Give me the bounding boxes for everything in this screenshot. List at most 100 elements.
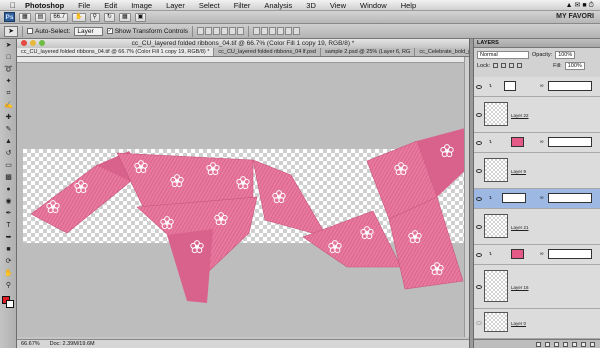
blur-tool-icon[interactable]: ● [2, 184, 15, 195]
distribute-right-icon[interactable] [293, 27, 301, 35]
link-layers-icon[interactable] [536, 341, 541, 347]
eye-icon[interactable] [476, 225, 482, 229]
checkbox-box[interactable] [27, 28, 33, 34]
distribute-top-icon[interactable] [253, 27, 261, 35]
link-icon[interactable]: ∞ [540, 139, 544, 145]
eye-icon[interactable] [476, 197, 482, 201]
color-fill-thumbnail[interactable] [502, 193, 526, 203]
eraser-tool-icon[interactable]: ▭ [2, 160, 15, 171]
zoom-tool-icon[interactable]: ⚲ [2, 280, 15, 291]
layer-row[interactable]: Layer 16 [474, 265, 600, 309]
crop-tool-icon[interactable]: ⌗ [2, 88, 15, 99]
zoom-select[interactable]: 66.7 [50, 12, 69, 22]
hand-tool-icon[interactable]: ✋ [2, 268, 15, 279]
distribute-left-icon[interactable] [277, 27, 285, 35]
distribute-hcenter-icon[interactable] [285, 27, 293, 35]
3d-rotate-tool-icon[interactable]: ⟳ [2, 256, 15, 267]
eye-icon[interactable] [476, 85, 482, 89]
lock-image-icon[interactable] [501, 63, 507, 68]
layer-name[interactable]: Layer 21 [511, 225, 529, 230]
opacity-field[interactable]: 100% [555, 50, 576, 59]
bridge-button[interactable]: ▦ [19, 12, 31, 22]
clone-stamp-tool-icon[interactable]: ▲ [2, 136, 15, 147]
add-mask-icon[interactable] [554, 341, 559, 347]
move-tool-icon[interactable]: ➤ [2, 40, 15, 51]
tab-document-3[interactable]: sample 2.psd @ 25% (Layer 6, RG [320, 48, 416, 56]
layer-mask-thumbnail[interactable] [548, 193, 592, 203]
layers-panel-tab[interactable]: LAYERS [474, 39, 600, 48]
fx-icon[interactable] [545, 341, 550, 347]
delete-layer-icon[interactable] [590, 341, 595, 347]
hand-tool-button[interactable]: ✋ [72, 12, 86, 22]
new-layer-icon[interactable] [581, 341, 586, 347]
menu-analysis[interactable]: Analysis [257, 0, 299, 11]
layer-name[interactable]: Layer 9 [511, 169, 526, 174]
layer-thumbnail[interactable] [484, 102, 508, 126]
minibridge-button[interactable]: ▤ [34, 12, 47, 22]
zoom-tool-button[interactable]: ⚲ [89, 12, 100, 22]
checkbox-box-checked[interactable]: ✓ [106, 28, 113, 34]
new-adjustment-icon[interactable] [563, 341, 568, 347]
brush-tool-icon[interactable]: ✎ [2, 124, 15, 135]
layer-row[interactable]: Layer 0 [474, 309, 600, 339]
layer-thumbnail[interactable] [484, 158, 508, 182]
layer-row[interactable]: Layer 9 [474, 153, 600, 189]
menu-file[interactable]: File [71, 0, 97, 11]
blend-mode-select[interactable]: Normal [477, 50, 529, 59]
path-select-tool-icon[interactable]: ➥ [2, 232, 15, 243]
tab-document-2[interactable]: cc_CU_layered folded ribbons_04 lf.psd [214, 48, 321, 56]
menu-layer[interactable]: Layer [159, 0, 192, 11]
pen-tool-icon[interactable]: ✒ [2, 208, 15, 219]
auto-select-checkbox[interactable]: Auto-Select: [27, 28, 70, 35]
move-tool-icon[interactable]: ➤ [4, 25, 18, 37]
link-icon[interactable]: ∞ [540, 251, 544, 257]
align-right-icon[interactable] [237, 27, 245, 35]
layer-mask-thumbnail[interactable] [548, 249, 592, 259]
new-group-icon[interactable] [572, 341, 577, 347]
layer-row-selected[interactable]: ↴ ∞ [474, 189, 600, 209]
color-fill-thumbnail[interactable] [511, 137, 524, 147]
align-left-icon[interactable] [221, 27, 229, 35]
background-color-swatch[interactable] [6, 300, 14, 308]
menu-filter[interactable]: Filter [227, 0, 258, 11]
menu-3d[interactable]: 3D [299, 0, 323, 11]
color-fill-thumbnail[interactable] [511, 249, 524, 259]
show-transform-checkbox[interactable]: ✓ Show Transform Controls [106, 28, 188, 35]
layer-row[interactable]: ↴ ∞ [474, 133, 600, 153]
layer-name[interactable]: Layer 22 [511, 113, 529, 118]
layer-name[interactable]: Layer 0 [511, 321, 526, 326]
screen-mode-button[interactable]: ▣ [134, 12, 147, 22]
menu-edit[interactable]: Edit [97, 0, 124, 11]
lock-position-icon[interactable] [509, 63, 515, 68]
align-hcenter-icon[interactable] [229, 27, 237, 35]
layer-row[interactable]: Layer 22 [474, 97, 600, 133]
type-tool-icon[interactable]: T [2, 220, 15, 231]
workspace-switcher[interactable]: MY FAVORI [556, 13, 594, 20]
link-icon[interactable]: ∞ [540, 195, 544, 201]
quick-select-tool-icon[interactable]: ✦ [2, 76, 15, 87]
layer-name[interactable]: Layer 16 [511, 285, 529, 290]
align-vcenter-icon[interactable] [205, 27, 213, 35]
status-zoom[interactable]: 66.67% [21, 341, 40, 347]
distribute-bottom-icon[interactable] [269, 27, 277, 35]
fill-field[interactable]: 100% [564, 61, 585, 70]
eye-icon[interactable] [476, 253, 482, 257]
rotate-view-button[interactable]: ↻ [103, 12, 115, 22]
layer-mask-thumbnail[interactable] [548, 137, 592, 147]
dodge-tool-icon[interactable]: ◉ [2, 196, 15, 207]
shape-tool-icon[interactable]: ■ [2, 244, 15, 255]
layer-row[interactable]: ↴ ∞ [474, 77, 600, 97]
tab-document-1[interactable]: cc_CU_layered folded ribbons_04.tif @ 66… [17, 48, 215, 56]
layer-mask-thumbnail[interactable] [548, 81, 592, 91]
distribute-vcenter-icon[interactable] [261, 27, 269, 35]
apple-icon[interactable]:  [8, 1, 18, 10]
menu-view[interactable]: View [323, 0, 353, 11]
align-bottom-icon[interactable] [213, 27, 221, 35]
layer-row[interactable]: ↴ ∞ [474, 245, 600, 265]
lock-transparent-icon[interactable] [493, 63, 499, 68]
healing-brush-tool-icon[interactable]: ✚ [2, 112, 15, 123]
lasso-tool-icon[interactable]: ➰ [2, 64, 15, 75]
menu-window[interactable]: Window [353, 0, 394, 11]
eye-icon[interactable] [476, 285, 482, 289]
ribbon-artwork[interactable] [17, 57, 469, 337]
